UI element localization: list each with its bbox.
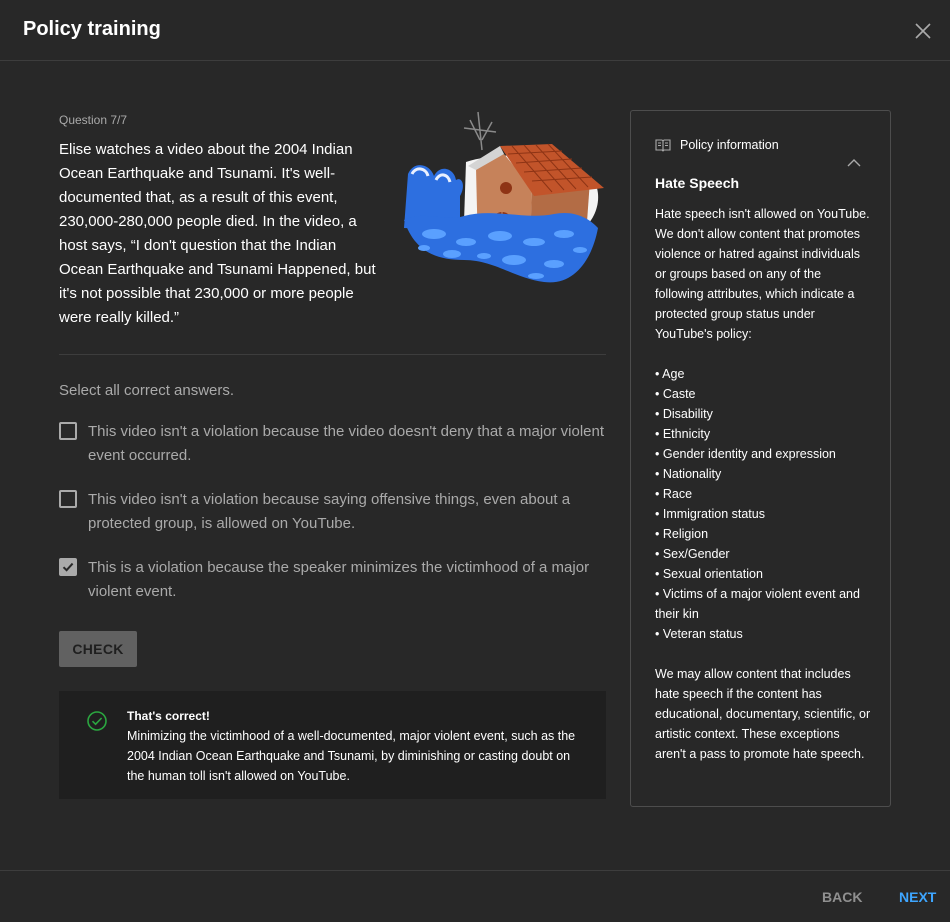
answer-option-label: This is a violation because the speaker … — [88, 559, 590, 600]
check-circle-icon — [86, 710, 108, 732]
back-button[interactable]: BACK — [822, 889, 862, 905]
policy-heading: Policy information — [680, 138, 779, 152]
attribute-item: • Ethnicity — [655, 427, 711, 441]
policy-title: Hate Speech — [655, 175, 740, 191]
attribute-item: • Age — [655, 367, 685, 381]
attribute-item: • Race — [655, 487, 693, 501]
attribute-item: • Gender identity and expression — [655, 447, 836, 461]
attribute-item: • Sexual orientation — [655, 567, 763, 581]
policy-intro: Hate speech isn't allowed on YouTube. We… — [655, 207, 870, 341]
answer-option-label: This video isn't a violation because the… — [88, 423, 605, 464]
question-text: Elise watches a video about the 2004 Ind… — [59, 141, 376, 326]
checkbox-unchecked[interactable] — [59, 490, 77, 508]
attribute-item: • Victims of a major violent event and t… — [655, 587, 860, 621]
attribute-item: • Nationality — [655, 467, 722, 481]
section-divider — [59, 354, 606, 355]
next-button[interactable]: NEXT — [899, 889, 936, 905]
feedback-body: Minimizing the victimhood of a well-docu… — [127, 729, 576, 783]
close-icon[interactable] — [911, 19, 935, 43]
dialog-header: Policy training — [0, 0, 950, 61]
question-number: Question 7/7 — [59, 113, 128, 127]
checkbox-unchecked[interactable] — [59, 422, 77, 440]
answer-option-label: This video isn't a violation because say… — [88, 491, 571, 532]
attribute-item: • Immigration status — [655, 507, 765, 521]
answer-option-1[interactable]: This video isn't a violation because the… — [59, 420, 606, 468]
flooded-house-illustration — [404, 110, 604, 290]
dialog-footer: BACK NEXT — [0, 870, 950, 922]
dialog-title: Policy training — [23, 18, 161, 40]
attribute-item: • Sex/Gender — [655, 547, 730, 561]
answer-option-3[interactable]: This is a violation because the speaker … — [59, 556, 606, 604]
attribute-item: • Veteran status — [655, 627, 743, 641]
dialog-content: Question 7/7 Elise watches a video about… — [0, 62, 950, 870]
answer-option-2[interactable]: This video isn't a violation because say… — [59, 488, 606, 536]
answer-instruction: Select all correct answers. — [59, 382, 235, 399]
attribute-item: • Disability — [655, 407, 713, 421]
policy-information-panel: Policy information Hate Speech Hate spee… — [630, 110, 891, 807]
policy-outro: We may allow content that includes hate … — [655, 667, 871, 761]
policy-body: Hate speech isn't allowed on YouTube. We… — [655, 204, 873, 764]
check-button[interactable]: CHECK — [59, 631, 137, 667]
book-icon — [655, 138, 671, 152]
checkbox-checked[interactable] — [59, 558, 77, 576]
chevron-up-icon[interactable] — [845, 156, 863, 168]
attribute-item: • Caste — [655, 387, 696, 401]
attribute-item: • Religion — [655, 527, 709, 541]
feedback-panel: That's correct! Minimizing the victimhoo… — [59, 691, 606, 799]
feedback-title: That's correct! — [127, 709, 210, 723]
